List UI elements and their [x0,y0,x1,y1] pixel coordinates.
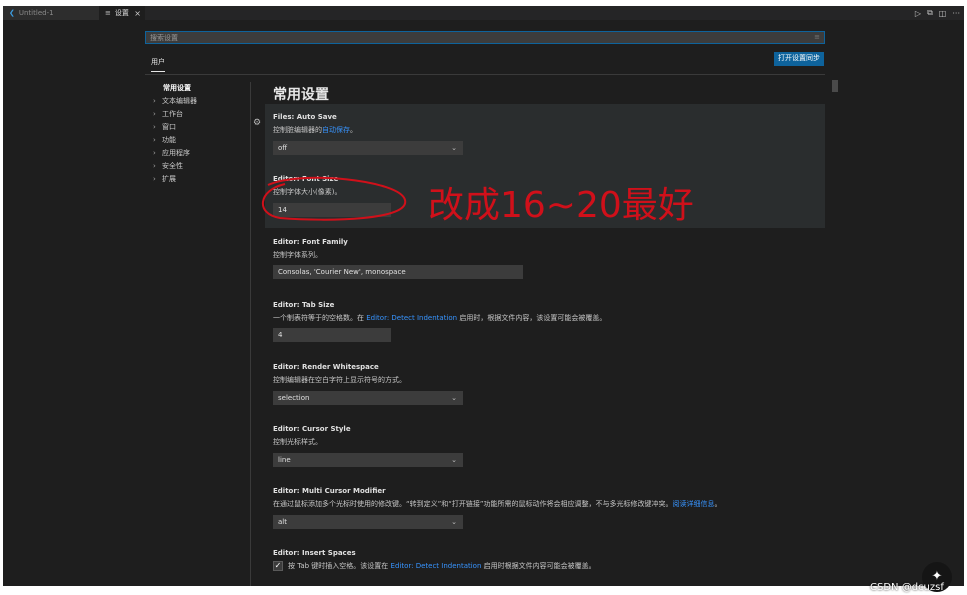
setting-title-font-family: Editor: Font Family [273,238,348,246]
settings-icon: ≡ [105,9,111,17]
toc-item-window[interactable]: › 窗口 [153,121,197,134]
copy-icon[interactable]: ⧉ [927,8,933,18]
setting-desc-font-family: 控制字体系列。 [273,251,322,259]
chevron-right-icon: › [153,97,156,105]
setting-title-insert-spaces: Editor: Insert Spaces [273,549,356,557]
scope-tabs: 用户 [145,52,825,75]
scrollbar-thumb[interactable] [832,80,838,92]
tab-user[interactable]: 用户 [151,57,165,72]
setting-title-multi-cursor: Editor: Multi Cursor Modifier [273,487,386,495]
setting-title-tab-size: Editor: Tab Size [273,301,335,309]
setting-desc-multi-cursor: 在通过鼠标添加多个光标时使用的修改键。“转到定义”和“打开链接”功能所需的鼠标动… [273,500,722,508]
auto-save-link[interactable]: 自动保存 [322,126,350,134]
multi-cursor-select[interactable]: alt ⌄ [273,515,463,529]
run-icon[interactable]: ▷ [915,9,921,18]
setting-desc-tab-size: 一个制表符等于的空格数。在 Editor: Detect Indentation… [273,314,607,322]
detect-indentation-link-2[interactable]: Editor: Detect Indentation [391,562,482,570]
toc-item-common[interactable]: 常用设置 [153,82,197,95]
settings-window: ❮ Untitled-1 ≡ 设置 × ▷ ⧉ ◫ ··· 搜索设置 ≡ 用户 … [3,6,964,586]
close-icon[interactable]: × [134,9,141,18]
chevron-right-icon: › [153,162,156,170]
tab-untitled-1[interactable]: ❮ Untitled-1 [3,6,99,20]
read-more-link[interactable]: 阅读详细信息 [673,500,715,508]
settings-toc: 常用设置 › 文本编辑器 › 工作台 › 窗口 › 功能 › 应用程序 › 安全性 › 扩展 [153,82,197,186]
chevron-down-icon: ⌄ [451,518,457,526]
cursor-style-select[interactable]: line ⌄ [273,453,463,467]
insert-spaces-checkbox[interactable]: ✓ [273,561,283,571]
setting-title-cursor-style: Editor: Cursor Style [273,425,351,433]
font-family-input[interactable]: Consolas, 'Courier New', monospace [273,265,523,279]
toc-item-application[interactable]: › 应用程序 [153,147,197,160]
tab-label: Untitled-1 [18,9,54,17]
split-icon[interactable]: ◫ [939,9,947,18]
setting-desc-font-size: 控制字体大小(像素)。 [273,188,342,196]
tab-size-input[interactable]: 4 [273,328,391,342]
setting-desc-auto-save: 控制脏编辑器的自动保存。 [273,126,357,134]
setting-title-auto-save: Files: Auto Save [273,113,337,121]
editor-actions: ▷ ⧉ ◫ ··· [915,6,960,20]
filter-icon[interactable]: ≡ [814,33,820,41]
chevron-right-icon: › [153,110,156,118]
tab-bar: ❮ Untitled-1 ≡ 设置 × ▷ ⧉ ◫ ··· [3,6,964,20]
chevron-right-icon: › [153,123,156,131]
page-title: 常用设置 [273,87,329,103]
chevron-right-icon: › [153,136,156,144]
sash[interactable] [250,82,251,586]
toc-item-workbench[interactable]: › 工作台 [153,108,197,121]
auto-save-select[interactable]: off ⌄ [273,141,463,155]
more-icon[interactable]: ··· [952,9,960,18]
toc-item-extensions[interactable]: › 扩展 [153,173,197,186]
settings-sync-button[interactable]: 打开设置同步 [774,52,824,66]
watermark: CSDN @dcuzsf [870,582,944,593]
toc-item-security[interactable]: › 安全性 [153,160,197,173]
tab-settings[interactable]: ≡ 设置 × [99,6,145,20]
setting-desc-render-whitespace: 控制编辑器在空白字符上显示符号的方式。 [273,376,406,384]
chevron-right-icon: › [153,149,156,157]
search-settings-input[interactable]: 搜索设置 ≡ [145,31,825,44]
setting-title-font-size: Editor: Font Size [273,175,339,183]
setting-desc-cursor-style: 控制光标样式。 [273,438,322,446]
chevron-down-icon: ⌄ [451,144,457,152]
render-whitespace-select[interactable]: selection ⌄ [273,391,463,405]
gear-icon[interactable]: ⚙ [253,118,261,128]
file-icon: ❮ [9,9,15,17]
setting-title-render-whitespace: Editor: Render Whitespace [273,363,379,371]
tab-label: 设置 [114,9,129,17]
toc-item-text-editor[interactable]: › 文本编辑器 [153,95,197,108]
setting-desc-insert-spaces: 按 Tab 键时插入空格。该设置在 Editor: Detect Indenta… [288,562,596,570]
chevron-right-icon: › [153,175,156,183]
toc-item-features[interactable]: › 功能 [153,134,197,147]
chevron-down-icon: ⌄ [451,394,457,402]
chevron-down-icon: ⌄ [451,456,457,464]
search-placeholder: 搜索设置 [150,34,178,42]
font-size-input[interactable]: 14 [273,203,391,217]
detect-indentation-link[interactable]: Editor: Detect Indentation [366,314,457,322]
